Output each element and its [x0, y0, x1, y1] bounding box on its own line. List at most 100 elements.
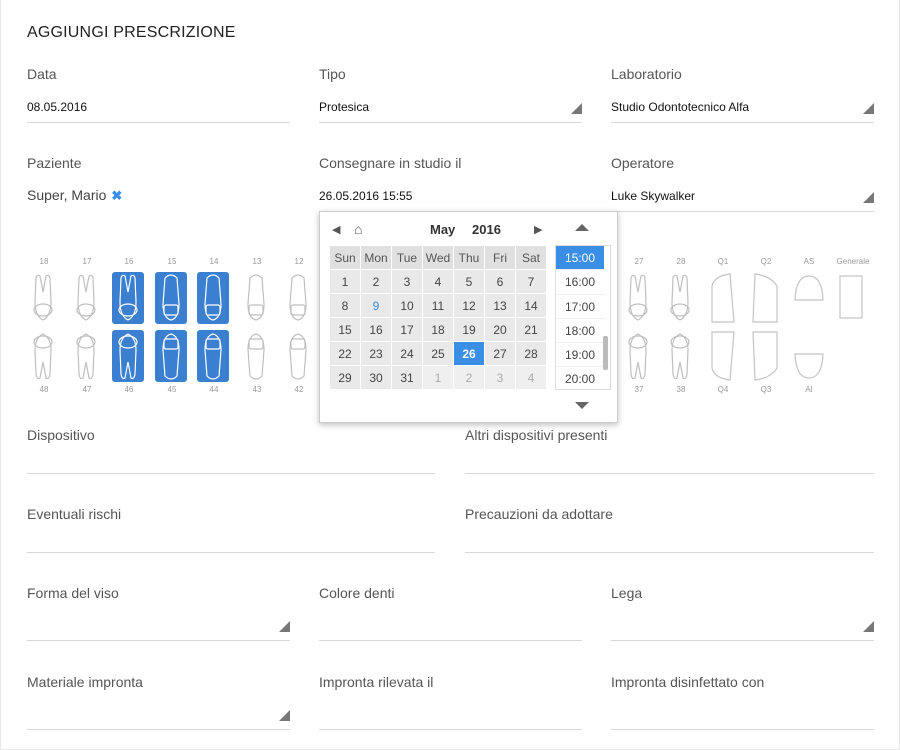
- calendar-day[interactable]: 19: [453, 317, 485, 342]
- calendar-day[interactable]: 14: [515, 293, 547, 318]
- calendar-day[interactable]: 11: [422, 293, 454, 318]
- tooth-42-icon[interactable]: [282, 330, 314, 387]
- tooth-45-icon[interactable]: [155, 330, 187, 387]
- calendar-day[interactable]: 10: [391, 293, 423, 318]
- rischi-field[interactable]: Eventuali rischi: [27, 506, 435, 554]
- laboratorio-select[interactable]: Laboratorio Studio Odontotecnico Alfa: [611, 66, 874, 124]
- dropdown-caret-icon[interactable]: [863, 621, 874, 632]
- tooth-15-icon[interactable]: [155, 272, 187, 329]
- tooth-13-icon[interactable]: [240, 272, 272, 329]
- time-option[interactable]: 17:00: [556, 295, 604, 319]
- calendar-day[interactable]: 9: [360, 293, 392, 318]
- quadrant-q1-icon[interactable]: [706, 272, 740, 329]
- tooth-47-icon[interactable]: [70, 330, 102, 387]
- time-option[interactable]: 18:00: [556, 319, 604, 344]
- calendar-day[interactable]: 31: [391, 365, 423, 390]
- calendar-day[interactable]: 23: [360, 341, 392, 366]
- calendar-day[interactable]: 22: [329, 341, 361, 366]
- time-option[interactable]: 16:00: [556, 270, 604, 295]
- prev-month-icon[interactable]: ◀: [332, 223, 340, 236]
- calendar-day[interactable]: 2: [360, 269, 392, 294]
- calendar-day[interactable]: 2: [453, 365, 485, 390]
- quadrant-ai-icon[interactable]: [792, 330, 826, 387]
- calendar-day[interactable]: 24: [391, 341, 423, 366]
- tooth-27-icon[interactable]: [622, 272, 654, 329]
- calendar-day[interactable]: 16: [360, 317, 392, 342]
- calendar-day[interactable]: 27: [484, 341, 516, 366]
- quadrant-q2-icon[interactable]: [749, 272, 783, 329]
- tooth-38-icon[interactable]: [664, 330, 696, 387]
- quadrant-as-icon[interactable]: [792, 272, 826, 329]
- calendar-day[interactable]: 8: [329, 293, 361, 318]
- tooth-46-icon[interactable]: [112, 330, 144, 387]
- next-month-icon[interactable]: ▶: [534, 223, 542, 236]
- operatore-select[interactable]: Operatore Luke Skywalker: [611, 155, 874, 213]
- data-value[interactable]: 08.05.2016: [27, 100, 87, 114]
- calendar-month[interactable]: May: [430, 222, 455, 237]
- tooth-17-icon[interactable]: [70, 272, 102, 329]
- lega-select[interactable]: Lega: [611, 585, 874, 643]
- calendar-day[interactable]: 12: [453, 293, 485, 318]
- tooth-48-icon[interactable]: [27, 330, 59, 387]
- tooth-28-icon[interactable]: [664, 272, 696, 329]
- dropdown-caret-icon[interactable]: [279, 621, 290, 632]
- tooth-37-icon[interactable]: [622, 330, 654, 387]
- calendar-day[interactable]: 18: [422, 317, 454, 342]
- data-field[interactable]: Data 08.05.2016: [27, 66, 290, 124]
- altri-dispositivi-field[interactable]: Altri dispositivi presenti: [465, 427, 874, 475]
- calendar-day[interactable]: 4: [422, 269, 454, 294]
- dropdown-caret-icon[interactable]: [279, 710, 290, 721]
- impronta-disinfettato-field[interactable]: Impronta disinfettato con: [611, 674, 874, 732]
- quadrant-q3-icon[interactable]: [749, 330, 783, 387]
- tooth-14-icon[interactable]: [197, 272, 229, 329]
- calendar-day[interactable]: 15: [329, 317, 361, 342]
- calendar-day[interactable]: 6: [484, 269, 516, 294]
- dropdown-caret-icon[interactable]: [571, 103, 582, 114]
- time-option[interactable]: 19:00: [556, 343, 604, 368]
- calendar-day[interactable]: 3: [391, 269, 423, 294]
- impronta-rilevata-field[interactable]: Impronta rilevata il: [319, 674, 582, 732]
- tipo-select[interactable]: Tipo Protesica: [319, 66, 582, 124]
- calendar-day[interactable]: 17: [391, 317, 423, 342]
- calendar-day[interactable]: 25: [422, 341, 454, 366]
- calendar-day[interactable]: 5: [453, 269, 485, 294]
- tooth-16-icon[interactable]: [112, 272, 144, 329]
- dropdown-caret-icon[interactable]: [863, 103, 874, 114]
- laboratorio-value[interactable]: Studio Odontotecnico Alfa: [611, 100, 749, 114]
- calendar-day[interactable]: 21: [515, 317, 547, 342]
- calendar-day[interactable]: 20: [484, 317, 516, 342]
- quadrant-generale-icon[interactable]: [836, 272, 870, 329]
- calendar-year[interactable]: 2016: [472, 222, 501, 237]
- tipo-value[interactable]: Protesica: [319, 100, 369, 114]
- quadrant-q4-icon[interactable]: [706, 330, 740, 387]
- scroll-down-icon[interactable]: [575, 402, 589, 409]
- calendar-day[interactable]: 29: [329, 365, 361, 390]
- time-option[interactable]: 15:00: [556, 246, 604, 271]
- calendar-day[interactable]: 28: [515, 341, 547, 366]
- operatore-value[interactable]: Luke Skywalker: [611, 189, 695, 203]
- calendar-day[interactable]: 30: [360, 365, 392, 390]
- tooth-44-icon[interactable]: [197, 330, 229, 387]
- calendar-day[interactable]: 13: [484, 293, 516, 318]
- precauzioni-field[interactable]: Precauzioni da adottare: [465, 506, 874, 554]
- tooth-43-icon[interactable]: [240, 330, 272, 387]
- calendar-day[interactable]: 4: [515, 365, 547, 390]
- calendar-day[interactable]: 3: [484, 365, 516, 390]
- time-option[interactable]: 20:00: [556, 367, 604, 389]
- dropdown-caret-icon[interactable]: [863, 192, 874, 203]
- materiale-impronta-select[interactable]: Materiale impronta: [27, 674, 290, 732]
- colore-denti-field[interactable]: Colore denti: [319, 585, 582, 643]
- scroll-up-icon[interactable]: [575, 224, 589, 231]
- calendar-day[interactable]: 7: [515, 269, 547, 294]
- remove-icon[interactable]: ✖: [111, 188, 122, 203]
- home-icon[interactable]: ⌂: [354, 221, 362, 237]
- tooth-12-icon[interactable]: [282, 272, 314, 329]
- forma-viso-select[interactable]: Forma del viso: [27, 585, 290, 643]
- calendar-day[interactable]: 1: [329, 269, 361, 294]
- scrollbar[interactable]: [603, 336, 608, 370]
- consegnare-field[interactable]: Consegnare in studio il 26.05.2016 15:55: [319, 155, 582, 213]
- consegnare-value[interactable]: 26.05.2016 15:55: [319, 189, 412, 203]
- tooth-18-icon[interactable]: [27, 272, 59, 329]
- dispositivo-field[interactable]: Dispositivo: [27, 427, 435, 475]
- calendar-day[interactable]: 1: [422, 365, 454, 390]
